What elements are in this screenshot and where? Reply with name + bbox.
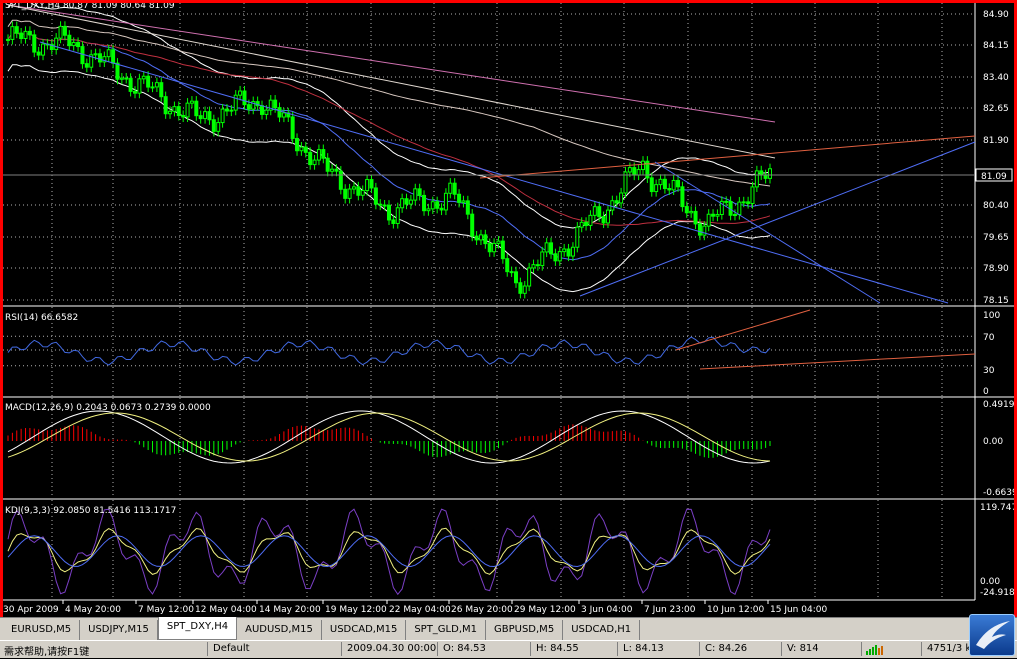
profile-name: Default xyxy=(213,643,250,654)
chart-tab-usdcad-m15[interactable]: USDCAD,M15 xyxy=(321,620,407,640)
bar-open: O: 84.53 xyxy=(443,643,486,654)
bar-low: L: 84.13 xyxy=(623,643,664,654)
status-bar: 需求帮助,请按F1键 Default 2009.04.30 00:00 O: 8… xyxy=(0,640,1017,658)
chart-tab-gbpusd-m5[interactable]: GBPUSD,M5 xyxy=(486,620,564,640)
bar-high: H: 84.55 xyxy=(536,643,579,654)
chart-tab-spt-dxy-h4[interactable]: SPT_DXY,H4 xyxy=(157,617,238,640)
bar-close: C: 84.26 xyxy=(705,643,748,654)
connection-bars-icon xyxy=(866,644,888,655)
app-logo-icon xyxy=(969,614,1015,656)
help-text: 需求帮助,请按F1键 xyxy=(4,647,90,658)
chart-tab-audusd-m15[interactable]: AUDUSD,M15 xyxy=(237,620,322,640)
chart-tab-spt-gld-m1[interactable]: SPT_GLD,M1 xyxy=(406,620,486,640)
bar-datetime: 2009.04.30 00:00 xyxy=(347,643,437,654)
chart-tab-usdjpy-m15[interactable]: USDJPY,M15 xyxy=(80,620,158,640)
window-frame xyxy=(0,0,1017,658)
bar-volume: V: 814 xyxy=(787,643,819,654)
chart-tab-usdcad-h1[interactable]: USDCAD,H1 xyxy=(563,620,641,640)
chart-tab-eurusd-m5[interactable]: EURUSD,M5 xyxy=(3,620,81,640)
chart-tab-bar: EURUSD,M5 USDJPY,M15 SPT_DXY,H4 AUDUSD,M15 U… xyxy=(0,617,1017,640)
